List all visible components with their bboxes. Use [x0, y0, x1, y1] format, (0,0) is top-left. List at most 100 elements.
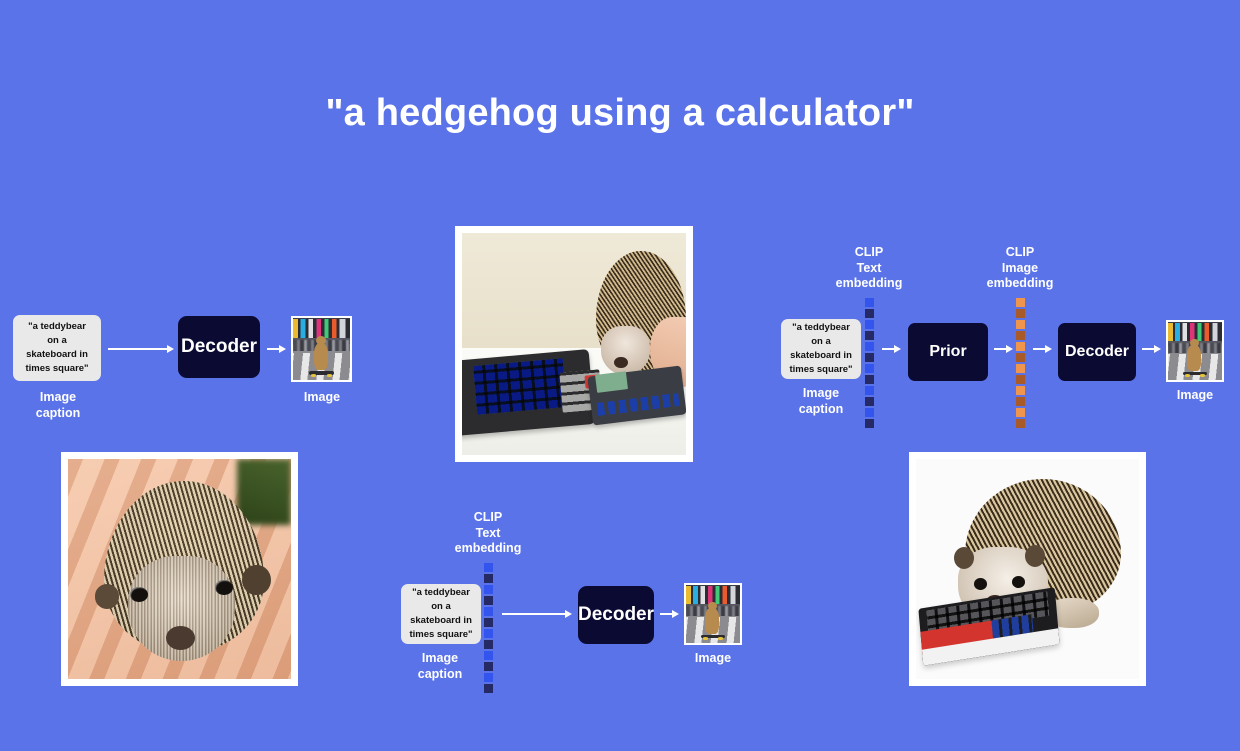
- photo-hedgehog-calculator-desk: [455, 226, 693, 462]
- caption-box-2: "a teddybear on a skateboard in times sq…: [401, 584, 481, 644]
- embedding-cell: [484, 662, 493, 671]
- embedding-cell: [865, 419, 874, 428]
- decoder-box-1[interactable]: Decoder: [178, 316, 260, 378]
- image-caption-word-image: Image: [39, 390, 77, 404]
- image-caption-word-caption: caption: [35, 405, 81, 420]
- embedding-cell: [484, 618, 493, 627]
- embedding-cell: [1016, 298, 1025, 307]
- arrow-emb-to-prior: [882, 344, 904, 354]
- image-thumbnail-3: [1166, 320, 1224, 382]
- clip-word-2: Text: [856, 260, 882, 275]
- caption-3-line-3: skateboard in: [790, 350, 852, 361]
- clip-image-embedding-strip: [1016, 298, 1025, 428]
- embedding-cell: [1016, 375, 1025, 384]
- caption-line-4: times square": [25, 362, 89, 374]
- hedgehog-hand-image: [68, 459, 291, 679]
- caption-box-1: "a teddybear on a skateboard in times sq…: [13, 315, 101, 381]
- caption-2-line-1: "a teddybear: [412, 587, 470, 599]
- diagram-prior-decoder: CLIP Text embedding CLIP Image embedding…: [776, 240, 1233, 428]
- hedgehog-calculator-image: [916, 459, 1139, 679]
- clip-img-word-1: CLIP: [1005, 245, 1035, 259]
- decoder-box-3[interactable]: Decoder: [1058, 323, 1136, 381]
- page-title: "a hedgehog using a calculator": [325, 92, 915, 134]
- embedding-cell: [1016, 386, 1025, 395]
- prior-box[interactable]: Prior: [908, 323, 988, 381]
- caption-2-line-2: on a: [431, 601, 451, 613]
- clip-text-embedding-label-center: CLIP Text embedding: [433, 510, 543, 557]
- teddybear-times-square-photo-2: [686, 585, 740, 643]
- img-cap-2-a: Image: [421, 651, 459, 665]
- image-label-1: Image: [303, 390, 341, 404]
- diagram-clip-text-decoder: CLIP Text embedding "a teddybear on a sk…: [395, 508, 758, 693]
- embedding-cell: [865, 375, 874, 384]
- img-cap-2-b: caption: [417, 666, 463, 681]
- embedding-cell: [1016, 320, 1025, 329]
- embedding-cell: [484, 607, 493, 616]
- embedding-cell: [1016, 331, 1025, 340]
- embedding-cell: [484, 651, 493, 660]
- caption-2-line-4: times square": [409, 628, 473, 640]
- decoder-label-2: Decoder: [577, 604, 655, 625]
- arrow-image-emb-to-decoder: [1033, 344, 1055, 354]
- embedding-cell: [1016, 342, 1025, 351]
- clip-c-word-1: CLIP: [473, 510, 503, 524]
- photo-hedgehog-in-hand: [61, 452, 298, 686]
- embedding-cell: [865, 331, 874, 340]
- image-thumbnail-2: [684, 583, 742, 645]
- embedding-cell: [1016, 309, 1025, 318]
- embedding-cell: [484, 596, 493, 605]
- embedding-cell: [484, 585, 493, 594]
- caption-box-3: "a teddybear on a skateboard in times sq…: [781, 319, 861, 379]
- img-cap-3-a: Image: [802, 386, 840, 400]
- photo-hedgehog-on-calculator: [909, 452, 1146, 686]
- caption-line-1: "a teddybear: [28, 321, 86, 333]
- embedding-cell: [865, 364, 874, 373]
- embedding-cell: [1016, 364, 1025, 373]
- embedding-cell: [865, 353, 874, 362]
- embedding-cell: [484, 640, 493, 649]
- image-caption-label-3: Image caption: [776, 386, 866, 417]
- embedding-cell: [1016, 419, 1025, 428]
- caption-line-2: on a: [47, 335, 67, 347]
- embedding-cell: [865, 342, 874, 351]
- arrow-decoder-to-image-3: [1142, 344, 1164, 354]
- embedding-cell: [865, 298, 874, 307]
- caption-3-line-2: on a: [811, 336, 831, 348]
- embedding-cell: [865, 408, 874, 417]
- caption-3-line-1: "a teddybear: [792, 322, 850, 334]
- clip-c-word-3: embedding: [454, 541, 522, 556]
- clip-img-word-3: embedding: [986, 276, 1054, 291]
- slide-canvas: "a hedgehog using a calculator" "a teddy…: [0, 0, 1240, 751]
- clip-img-word-2: Image: [1001, 260, 1039, 275]
- clip-image-embedding-label-right: CLIP Image embedding: [965, 245, 1075, 292]
- arrow-decoder-to-image-1: [267, 344, 289, 354]
- img-cap-3-b: caption: [798, 401, 844, 416]
- embedding-cell: [1016, 353, 1025, 362]
- image-label-3: Image: [1176, 388, 1214, 402]
- image-caption-label-2: Image caption: [395, 651, 485, 682]
- clip-word-3: embedding: [835, 276, 903, 291]
- caption-line-3: skateboard in: [26, 349, 88, 360]
- embedding-cell: [865, 309, 874, 318]
- clip-text-embedding-strip-right: [865, 298, 874, 428]
- arrow-caption-to-decoder-1: [108, 344, 174, 354]
- decoder-label-1: Decoder: [180, 336, 258, 357]
- clip-word-1: CLIP: [854, 245, 884, 259]
- clip-text-embedding-strip-center: [484, 563, 493, 693]
- hedgehog-desk-image: [462, 233, 686, 455]
- decoder-box-2[interactable]: Decoder: [578, 586, 654, 644]
- embedding-cell: [484, 684, 493, 693]
- embedding-cell: [484, 673, 493, 682]
- clip-text-embedding-label-right: CLIP Text embedding: [814, 245, 924, 292]
- prior-label: Prior: [929, 343, 967, 360]
- arrow-emb-to-decoder-2: [502, 609, 572, 619]
- arrow-prior-to-image-emb: [994, 344, 1016, 354]
- teddybear-times-square-photo-1: [293, 318, 350, 380]
- embedding-cell: [1016, 408, 1025, 417]
- image-label-2: Image: [694, 651, 732, 665]
- diagram-decoder-only: "a teddybear on a skateboard in times sq…: [8, 312, 368, 422]
- image-caption-label-1: Image caption: [8, 390, 108, 421]
- embedding-cell: [865, 397, 874, 406]
- decoder-label-3: Decoder: [1064, 343, 1130, 360]
- embedding-cell: [865, 320, 874, 329]
